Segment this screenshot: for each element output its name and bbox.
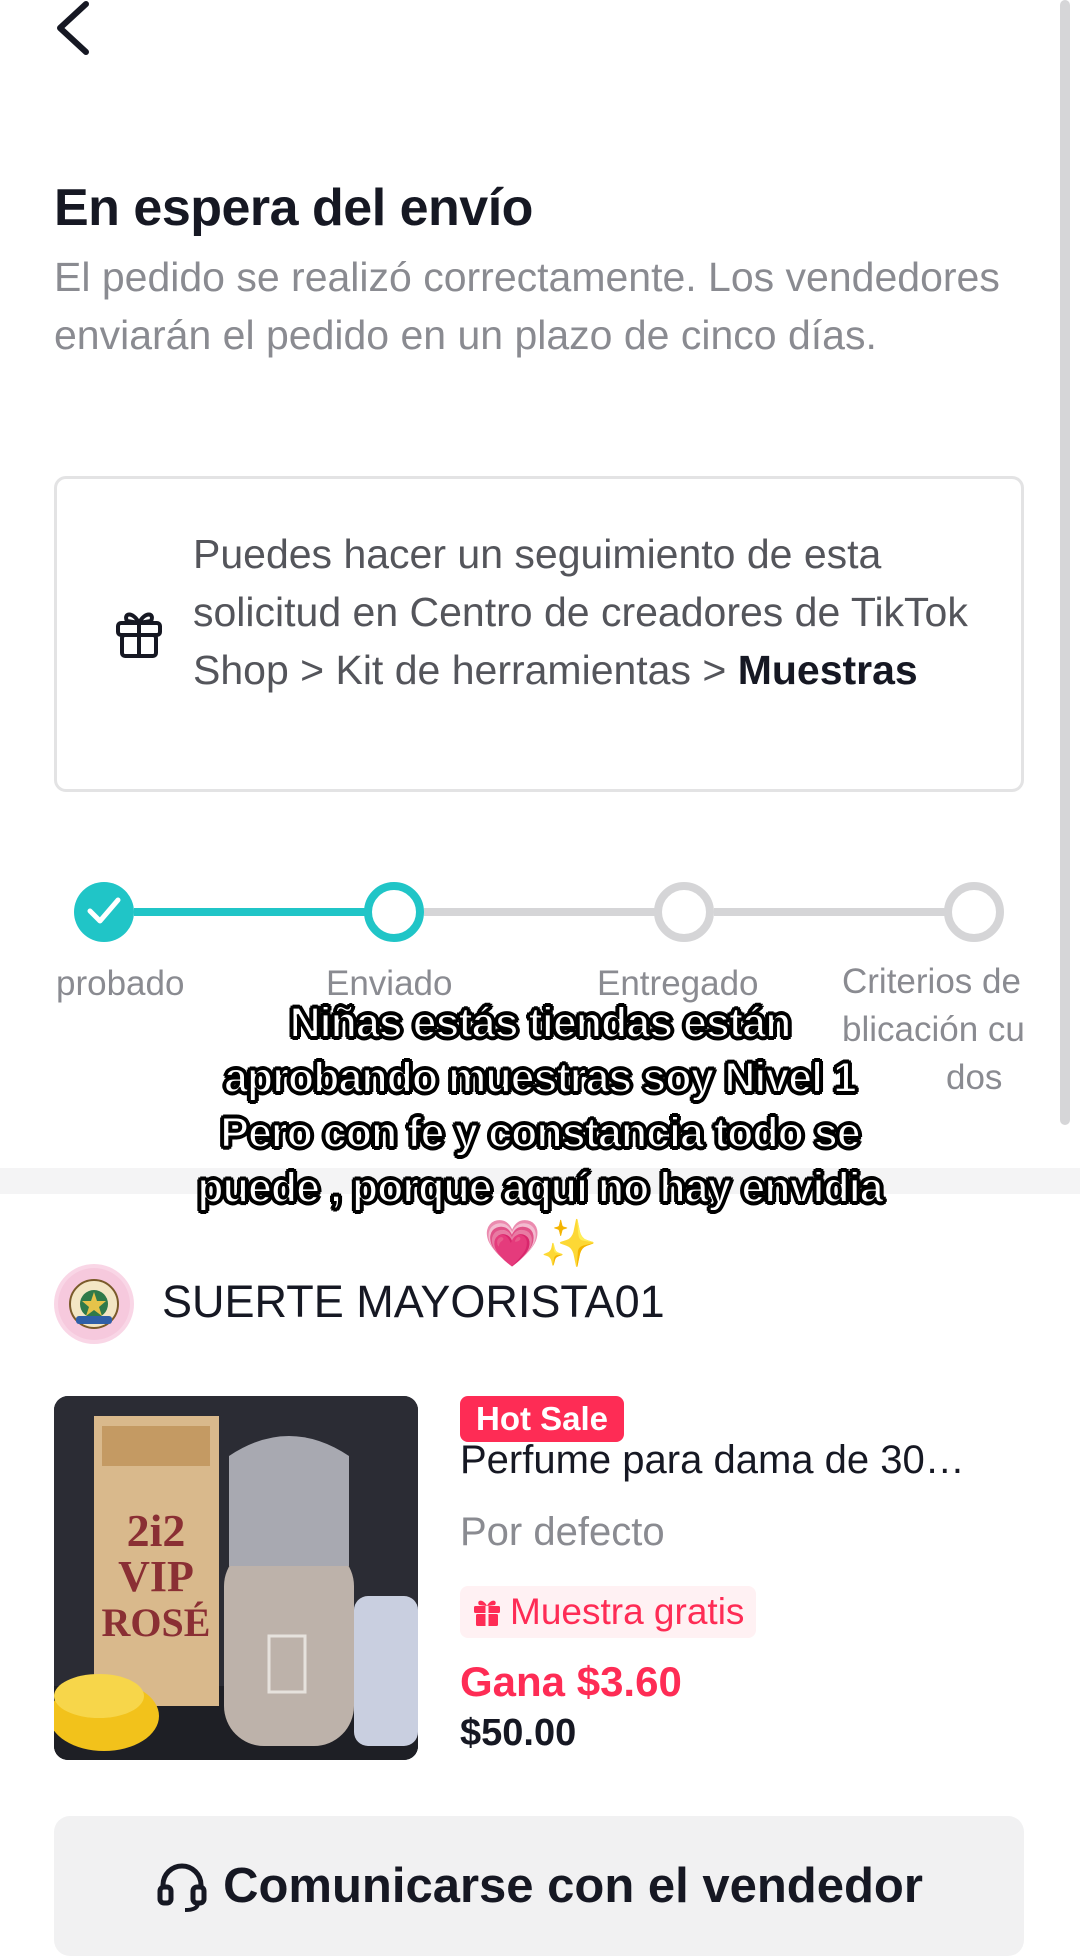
product-price: $50.00: [460, 1712, 577, 1754]
step-line-1: [134, 908, 398, 916]
step-node-sent: [364, 882, 424, 942]
video-caption-overlay: Niñas estás tiendas están aprobando mues…: [120, 996, 960, 1271]
check-icon: [87, 897, 121, 924]
tracking-info-text: Puedes hacer un seguimiento de esta soli…: [193, 525, 993, 699]
perfume-photo: 2i2 VIP ROSÉ: [54, 1396, 418, 1760]
shop-avatar[interactable]: [54, 1264, 134, 1344]
product-variant: Por defecto: [460, 1510, 665, 1554]
caption-line-4: puede , porque aquí no hay envidia: [196, 1163, 884, 1213]
caption-line-1: Niñas estás tiendas están: [289, 998, 793, 1048]
product-title[interactable]: Perfume para dama de 30…: [460, 1438, 1030, 1483]
step-line-3: [714, 908, 976, 916]
contact-seller-label: Comunicarse con el vendedor: [223, 1859, 923, 1913]
svg-text:2i2: 2i2: [127, 1505, 186, 1556]
step-node-criteria: [944, 882, 1004, 942]
step-node-delivered: [654, 882, 714, 942]
status-description: El pedido se realizó correctamente. Los …: [54, 254, 1000, 358]
chevron-left-icon: [57, 1, 89, 55]
caption-line-2: aprobando muestras soy Nivel 1: [223, 1053, 858, 1103]
headset-icon: [157, 1863, 207, 1912]
product-image[interactable]: 2i2 VIP ROSÉ: [54, 1396, 418, 1760]
caption-line-3: Pero con fe y constancia todo se: [219, 1108, 861, 1158]
svg-text:VIP: VIP: [118, 1552, 194, 1601]
gift-icon: [474, 1600, 500, 1626]
step-node-approved: [74, 882, 134, 942]
hot-sale-badge: Hot Sale: [460, 1396, 625, 1442]
back-button[interactable]: [48, 0, 108, 60]
svg-text:ROSÉ: ROSÉ: [102, 1600, 211, 1645]
contact-seller-content: Comunicarse con el vendedor: [54, 1858, 1024, 1914]
caption-emoji: 💗✨: [483, 1217, 598, 1269]
contact-seller-button[interactable]: Comunicarse con el vendedor: [54, 1816, 1024, 1956]
shop-logo-icon: [58, 1268, 130, 1340]
free-sample-badge: Muestra gratis: [460, 1586, 757, 1638]
step-line-2: [424, 908, 686, 916]
tracking-info-card: Puedes hacer un seguimiento de esta soli…: [54, 476, 1024, 792]
page-title: En espera del envío: [54, 179, 533, 237]
free-sample-label: Muestra gratis: [510, 1591, 745, 1632]
tracking-info-bold: Muestras: [737, 647, 918, 693]
commission-earning: Gana $3.60: [460, 1658, 682, 1705]
gift-icon: [116, 612, 162, 658]
shop-name[interactable]: SUERTE MAYORISTA01: [162, 1276, 665, 1328]
